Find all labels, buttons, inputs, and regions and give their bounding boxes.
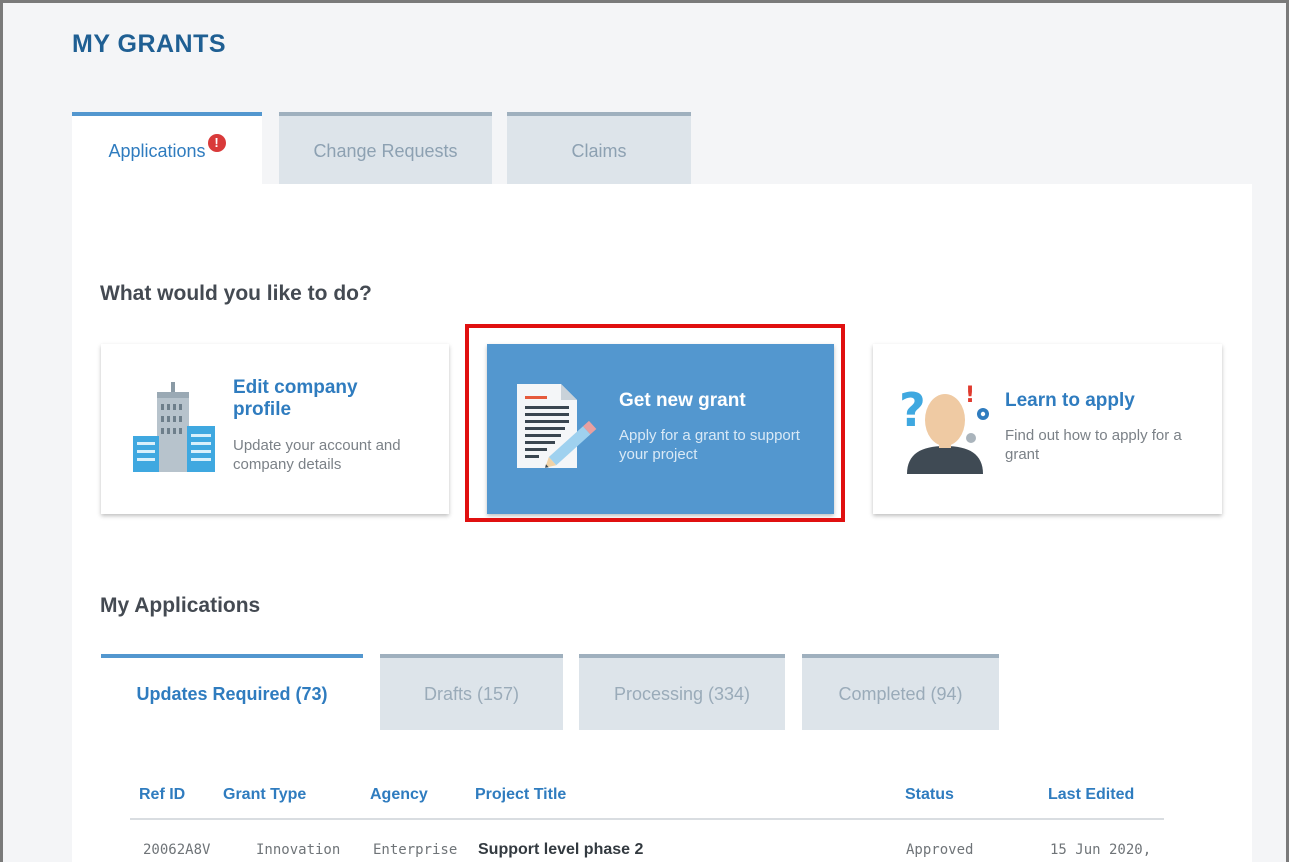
tab-applications[interactable]: Applications!	[72, 112, 262, 186]
tab-label: Change Requests	[313, 140, 458, 161]
edit-company-profile-card[interactable]: Edit company profile Update your account…	[101, 344, 449, 514]
actions-heading: What would you like to do?	[100, 282, 372, 305]
get-new-grant-card[interactable]: Get new grant Apply for a grant to suppo…	[487, 344, 834, 514]
card-title: Learn to apply	[1005, 390, 1135, 411]
cell-agency: Enterprise	[373, 842, 458, 858]
column-header-grant-type[interactable]: Grant Type	[223, 786, 306, 804]
cell-project-title[interactable]: Support level phase 2	[478, 841, 643, 859]
column-header-agency[interactable]: Agency	[370, 786, 428, 804]
tab-completed[interactable]: Completed (94)	[802, 654, 999, 730]
cell-grant-type: Innovation	[256, 842, 341, 858]
cell-last-edited: 15 Jun 2020,	[1050, 842, 1152, 858]
tab-label: Updates Required (73)	[136, 683, 328, 704]
table-divider	[130, 818, 1164, 820]
tab-label: Processing (334)	[613, 683, 751, 704]
person-question-icon: ? !	[899, 383, 989, 474]
tab-drafts[interactable]: Drafts (157)	[380, 654, 563, 730]
svg-text:!: !	[965, 383, 975, 408]
my-applications-heading: My Applications	[100, 594, 261, 617]
alert-badge-icon: !	[207, 134, 226, 152]
column-header-status[interactable]: Status	[905, 786, 954, 804]
card-description: Apply for a grant to support your projec…	[619, 427, 800, 463]
svg-text:?: ?	[899, 383, 926, 437]
tab-label: Completed (94)	[838, 683, 963, 704]
card-description: Update your account and company details	[233, 437, 401, 473]
page-title: MY GRANTS	[72, 30, 227, 58]
column-header-project-title[interactable]: Project Title	[475, 786, 566, 804]
column-header-ref-id[interactable]: Ref ID	[139, 786, 185, 804]
learn-to-apply-card[interactable]: ? ! Learn to apply Find out how to apply…	[873, 344, 1222, 514]
tab-processing[interactable]: Processing (334)	[579, 654, 785, 730]
document-pencil-icon	[517, 384, 597, 468]
tab-change-requests[interactable]: Change Requests	[279, 112, 492, 186]
card-title: Edit company profile	[233, 377, 358, 420]
tab-label: Claims	[571, 140, 627, 161]
tab-claims[interactable]: Claims	[507, 112, 691, 186]
building-icon	[133, 382, 215, 472]
cell-status: Approved	[906, 842, 974, 858]
tab-updates-required[interactable]: Updates Required (73)	[101, 654, 363, 730]
card-description: Find out how to apply for a grant	[1005, 427, 1182, 463]
tab-label: Drafts (157)	[423, 683, 520, 704]
column-header-last-edited[interactable]: Last Edited	[1048, 786, 1134, 804]
tab-label: Applications	[108, 140, 206, 161]
cell-ref-id: 20062A8V	[143, 842, 211, 858]
card-title: Get new grant	[619, 390, 746, 411]
